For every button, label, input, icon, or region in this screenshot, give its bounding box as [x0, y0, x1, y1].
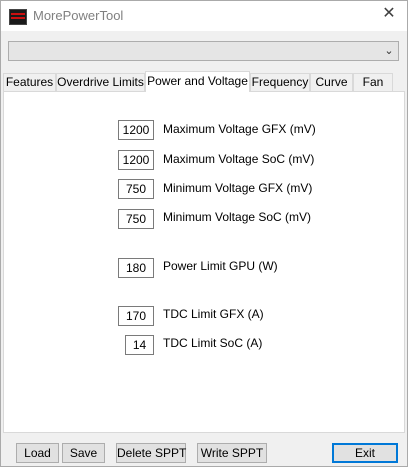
close-icon[interactable]: ✕: [381, 5, 397, 23]
min-voltage-soc-label: Minimum Voltage SoC (mV): [163, 210, 312, 224]
max-voltage-soc-label: Maximum Voltage SoC (mV): [163, 152, 315, 166]
tab-features[interactable]: Features: [3, 73, 56, 91]
gpu-select-combo[interactable]: ⌄: [8, 41, 399, 61]
tdc-limit-soc-label: TDC Limit SoC (A): [163, 336, 263, 350]
min-voltage-gfx-field[interactable]: 750: [118, 179, 154, 199]
exit-button[interactable]: Exit: [332, 443, 398, 463]
tab-curve[interactable]: Curve: [310, 73, 353, 91]
write-sppt-button[interactable]: Write SPPT: [197, 443, 267, 463]
delete-sppt-button[interactable]: Delete SPPT: [116, 443, 186, 463]
app-window: MorePowerTool ✕ ⌄ Features Overdrive Lim…: [0, 0, 408, 467]
tdc-limit-soc-field[interactable]: 14: [125, 335, 154, 355]
tdc-limit-gfx-field[interactable]: 170: [118, 306, 154, 326]
power-voltage-panel: 1200 Maximum Voltage GFX (mV) 1200 Maxim…: [3, 91, 405, 433]
min-voltage-soc-field[interactable]: 750: [118, 209, 154, 229]
max-voltage-gfx-field[interactable]: 1200: [118, 120, 154, 140]
max-voltage-soc-field[interactable]: 1200: [118, 150, 154, 170]
window-title: MorePowerTool: [33, 8, 124, 23]
chevron-down-icon[interactable]: ⌄: [382, 43, 396, 59]
tdc-limit-gfx-label: TDC Limit GFX (A): [163, 307, 264, 321]
power-limit-gpu-field[interactable]: 180: [118, 258, 154, 278]
load-button[interactable]: Load: [16, 443, 59, 463]
tab-fan[interactable]: Fan: [353, 73, 393, 91]
title-bar[interactable]: MorePowerTool ✕: [1, 1, 407, 31]
min-voltage-gfx-label: Minimum Voltage GFX (mV): [163, 181, 313, 195]
tab-power-and-voltage[interactable]: Power and Voltage: [145, 71, 250, 92]
tab-overdrive-limits[interactable]: Overdrive Limits: [56, 73, 145, 91]
tab-strip: Features Overdrive Limits Power and Volt…: [3, 71, 405, 92]
max-voltage-gfx-label: Maximum Voltage GFX (mV): [163, 122, 316, 136]
mpt-app-icon: [9, 9, 27, 25]
save-button[interactable]: Save: [62, 443, 105, 463]
power-limit-gpu-label: Power Limit GPU (W): [163, 259, 278, 273]
tab-frequency[interactable]: Frequency: [250, 73, 310, 91]
